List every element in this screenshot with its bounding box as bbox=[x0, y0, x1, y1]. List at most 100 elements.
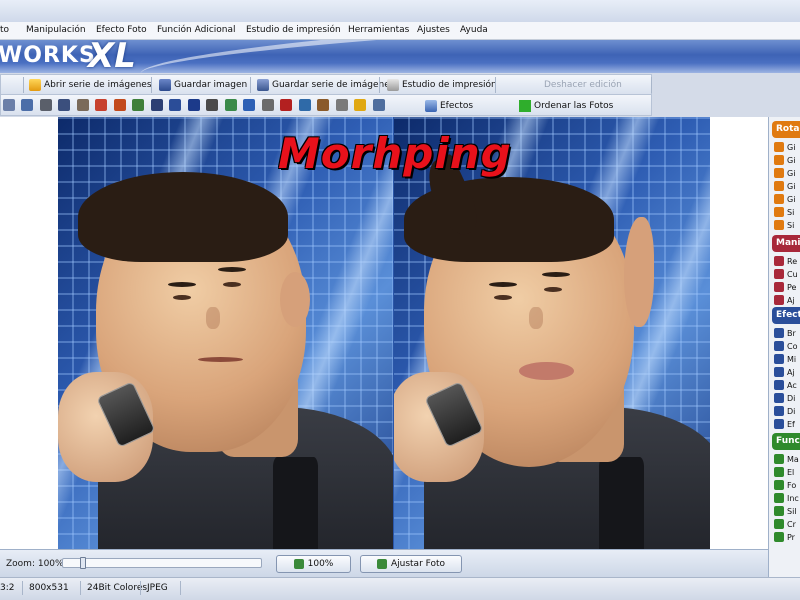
sidebar-section-header[interactable]: Efecto bbox=[772, 307, 800, 324]
red-eye-icon[interactable] bbox=[280, 99, 292, 111]
monitor-icon[interactable] bbox=[299, 99, 311, 111]
sidebar-item[interactable]: Di bbox=[774, 392, 795, 404]
eye bbox=[544, 287, 562, 292]
undo-button[interactable]: Deshacer edición bbox=[544, 77, 622, 93]
status-bar: 3:2 800x531 24Bit Colores JPEG bbox=[0, 577, 800, 600]
sidebar-item[interactable]: Aj bbox=[774, 294, 795, 306]
save-image-button[interactable]: Guardar imagen bbox=[159, 77, 247, 93]
sidebar-item-label: Gi bbox=[787, 181, 796, 191]
status-dimensions: 800x531 bbox=[29, 583, 69, 593]
menu-photo-effect[interactable]: Efecto Foto bbox=[96, 25, 147, 35]
sidebar-item[interactable]: El bbox=[774, 466, 794, 478]
color-grid-icon[interactable] bbox=[114, 99, 126, 111]
sidebar-item[interactable]: Si bbox=[774, 219, 794, 231]
menu-additional-function[interactable]: Función Adicional bbox=[157, 25, 236, 35]
sidebar-item[interactable]: Gi bbox=[774, 180, 795, 192]
sidebar-item-label: Si bbox=[787, 207, 795, 217]
sidebar-section-header[interactable]: Manip bbox=[772, 235, 800, 252]
sidebar-item[interactable]: Gi bbox=[774, 193, 795, 205]
zoom-slider[interactable] bbox=[62, 557, 262, 569]
rotate-left-icon[interactable] bbox=[3, 99, 15, 111]
crop-icon[interactable] bbox=[58, 99, 70, 111]
save-series-label: Guardar serie de imágenes bbox=[272, 80, 395, 90]
frame-icon[interactable] bbox=[151, 99, 163, 111]
sidebar-item-label: Cu bbox=[787, 269, 798, 279]
image-canvas[interactable]: Morhping bbox=[58, 117, 710, 549]
print-studio-button[interactable]: Estudio de impresión bbox=[387, 77, 497, 93]
menu-file[interactable]: to bbox=[0, 25, 9, 35]
sidebar-item[interactable]: Ef bbox=[774, 418, 795, 430]
toolbar-separator bbox=[151, 77, 152, 93]
sidebar-item-icon bbox=[774, 406, 784, 416]
sidebar-item[interactable]: Pe bbox=[774, 281, 796, 293]
original-photo bbox=[58, 117, 393, 549]
picture-icon[interactable] bbox=[243, 99, 255, 111]
sidebar-item[interactable]: Pr bbox=[774, 531, 795, 543]
brush-icon[interactable] bbox=[77, 99, 89, 111]
star-icon[interactable] bbox=[354, 99, 366, 111]
undo-label: Deshacer edición bbox=[544, 80, 622, 90]
sidebar-item[interactable]: Sil bbox=[774, 505, 797, 517]
sidebar-item[interactable]: Mi bbox=[774, 353, 796, 365]
canvas-title: Morhping bbox=[278, 129, 512, 178]
sidebar-item-icon bbox=[774, 454, 784, 464]
sidebar-item[interactable]: Di bbox=[774, 405, 795, 417]
sidebar-item[interactable]: Re bbox=[774, 255, 797, 267]
sidebar-item[interactable]: Br bbox=[774, 327, 796, 339]
stamp-icon[interactable] bbox=[336, 99, 348, 111]
rotate-right-icon[interactable] bbox=[21, 99, 33, 111]
tools-icon[interactable] bbox=[206, 99, 218, 111]
filmstrip-icon[interactable] bbox=[317, 99, 329, 111]
sidebar-item-label: Aj bbox=[787, 295, 795, 305]
mosaic-icon[interactable] bbox=[169, 99, 181, 111]
menu-help[interactable]: Ayuda bbox=[460, 25, 488, 35]
status-separator bbox=[140, 581, 141, 595]
sidebar-section-header[interactable]: Funci bbox=[772, 433, 800, 450]
save-series-button[interactable]: Guardar serie de imágenes bbox=[257, 77, 394, 93]
order-photos-button[interactable]: Ordenar las Fotos bbox=[519, 98, 613, 114]
menu-print-studio[interactable]: Estudio de impresión bbox=[246, 25, 341, 35]
layers-icon[interactable] bbox=[373, 99, 385, 111]
image-icon[interactable] bbox=[225, 99, 237, 111]
sidebar-item[interactable]: Co bbox=[774, 340, 797, 352]
sidebar-item[interactable]: Inc bbox=[774, 492, 799, 504]
effects-button[interactable]: Efectos bbox=[425, 98, 473, 114]
left-margin-area bbox=[0, 117, 58, 549]
sidebar-item[interactable]: Cr bbox=[774, 518, 796, 530]
sidebar-item-icon bbox=[774, 493, 784, 503]
zoom-100-button[interactable]: 100% bbox=[276, 555, 351, 573]
sidebar-item[interactable]: Gi bbox=[774, 154, 795, 166]
sidebar-item[interactable]: Si bbox=[774, 206, 794, 218]
floppy-disk-icon bbox=[159, 79, 171, 91]
sidebar-item[interactable]: Fo bbox=[774, 479, 796, 491]
sidebar-item-icon bbox=[774, 168, 784, 178]
sidebar-item[interactable]: Aj bbox=[774, 366, 795, 378]
sidebar-item-label: Mi bbox=[787, 354, 797, 364]
eyebrow bbox=[168, 282, 196, 287]
sidebar-item-icon bbox=[774, 155, 784, 165]
sidebar-item[interactable]: Ma bbox=[774, 453, 799, 465]
palette-icon[interactable] bbox=[132, 99, 144, 111]
toolbar-separator bbox=[651, 77, 652, 93]
sidebar-item[interactable]: Cu bbox=[774, 268, 798, 280]
menu-tools[interactable]: Herramientas bbox=[348, 25, 409, 35]
square-icon[interactable] bbox=[262, 99, 274, 111]
sidebar-item[interactable]: Gi bbox=[774, 141, 795, 153]
sidebar-item[interactable]: Ac bbox=[774, 379, 797, 391]
zoom-slider-thumb[interactable] bbox=[80, 557, 86, 569]
sidebar-item[interactable]: Gi bbox=[774, 167, 795, 179]
sidebar-item-icon bbox=[774, 207, 784, 217]
zoom-bar: Zoom: 100% 100% Ajustar Foto bbox=[0, 549, 768, 577]
open-series-button[interactable]: Abrir serie de imágenes bbox=[29, 77, 152, 93]
fit-photo-button[interactable]: Ajustar Foto bbox=[360, 555, 462, 573]
scissors-icon[interactable] bbox=[40, 99, 52, 111]
menu-settings[interactable]: Ajustes bbox=[417, 25, 450, 35]
eye bbox=[494, 295, 512, 300]
sidebar-item-icon bbox=[774, 419, 784, 429]
sidebar-section-header[interactable]: Rotac bbox=[772, 121, 800, 138]
pencil-icon[interactable] bbox=[95, 99, 107, 111]
menu-manipulation[interactable]: Manipulación bbox=[26, 25, 86, 35]
sidebar-item-label: Gi bbox=[787, 194, 796, 204]
eyebrow bbox=[489, 282, 517, 287]
text-icon[interactable] bbox=[188, 99, 200, 111]
